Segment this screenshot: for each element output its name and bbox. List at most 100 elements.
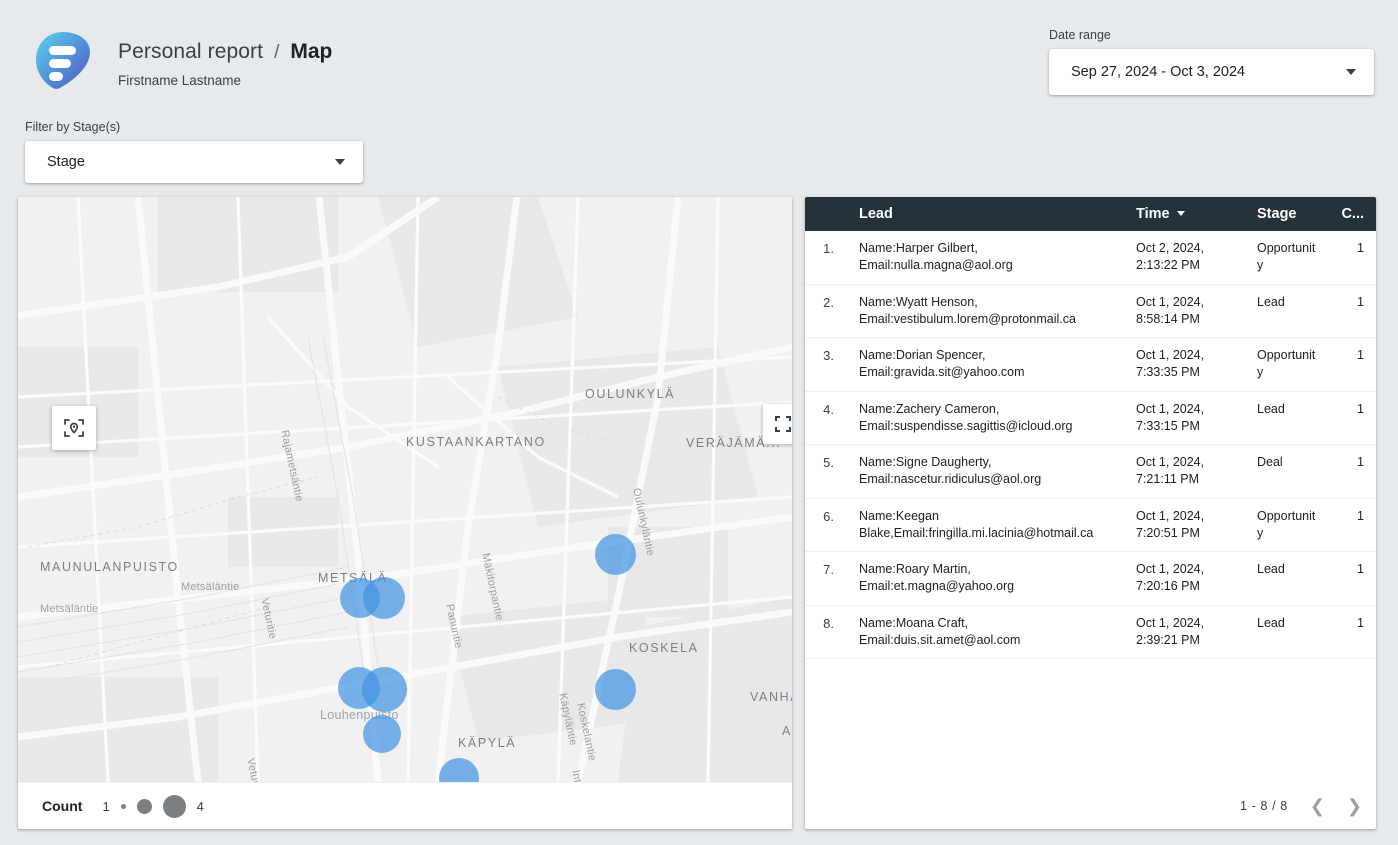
breadcrumb-separator: /	[274, 42, 280, 63]
row-stage: Lead	[1257, 401, 1285, 416]
table-row[interactable]: 7. Name:Roary Martin, Email:et.magna@yaho…	[805, 552, 1376, 605]
date-range-field: Date range Sep 27, 2024 - Oct 3, 2024	[1049, 28, 1374, 95]
map-label: ANI	[782, 724, 792, 738]
count-legend: Count 1 4	[18, 782, 792, 829]
row-time: Oct 1, 2024, 7:33:15 PM	[1136, 401, 1205, 433]
table-row[interactable]: 5. Name:Signe Daugherty, Email:nascetur.r…	[805, 445, 1376, 498]
map-label: Metsäläntie	[181, 581, 240, 593]
row-index: 5.	[823, 455, 834, 470]
row-lead: Name:Roary Martin, Email:et.magna@yahoo.…	[859, 562, 1015, 594]
map-label: KÄPYLÄ	[458, 736, 517, 750]
map-marker[interactable]	[595, 669, 636, 710]
row-count: 1	[1357, 241, 1364, 255]
date-range-select[interactable]: Sep 27, 2024 - Oct 3, 2024	[1049, 49, 1374, 95]
legend-dot-xs	[120, 803, 126, 809]
column-header-index	[805, 197, 845, 231]
column-header-stage[interactable]: Stage	[1251, 197, 1324, 231]
row-stage: Opportunity	[1257, 241, 1316, 273]
row-index: 7.	[823, 562, 834, 577]
map-label: Metsäläntie	[40, 603, 99, 615]
row-stage: Opportunity	[1257, 348, 1316, 380]
table-header-row: Lead Time Stage C...	[805, 197, 1376, 231]
leads-table: Lead Time Stage C... 1. Name:Harper Gilbe…	[805, 197, 1376, 659]
map-marker[interactable]	[362, 667, 407, 712]
table-row[interactable]: 4. Name:Zachery Cameron, Email:suspendiss…	[805, 391, 1376, 445]
map-marker[interactable]	[595, 534, 636, 575]
row-time: Oct 1, 2024, 7:21:11 PM	[1136, 455, 1205, 487]
table-row[interactable]: 8. Name:Moana Craft, Email:duis.sit.amet@…	[805, 605, 1376, 659]
row-time: Oct 2, 2024, 2:13:22 PM	[1136, 241, 1205, 273]
row-lead: Name:Wyatt Henson, Email:vestibulum.lore…	[859, 294, 1076, 326]
legend-dot-lg	[162, 794, 186, 818]
table-row[interactable]: 1. Name:Harper Gilbert, Email:nulla.magna…	[805, 231, 1376, 284]
stage-filter-field: Filter by Stage(s) Stage	[25, 120, 363, 183]
row-lead: Name:Zachery Cameron, Email:suspendisse.…	[859, 401, 1073, 433]
date-range-label: Date range	[1049, 28, 1111, 42]
row-index: 3.	[823, 348, 834, 363]
row-index: 6.	[823, 508, 834, 524]
chevron-down-icon	[1346, 69, 1356, 75]
chevron-left-icon[interactable]: ❮	[1310, 797, 1325, 815]
sort-descending-icon	[1176, 211, 1185, 216]
row-lead: Name:Signe Daugherty, Email:nascetur.rid…	[859, 455, 1042, 487]
row-count: 1	[1357, 562, 1364, 576]
leads-table-panel: Lead Time Stage C... 1. Name:Harper Gilbe…	[805, 197, 1376, 829]
table-row[interactable]: 3. Name:Dorian Spencer, Email:gravida.sit…	[805, 338, 1376, 391]
count-legend-title: Count	[42, 798, 83, 814]
breadcrumb-report-name[interactable]: Personal report	[118, 40, 263, 64]
table-row[interactable]: 6. Name:Keegan Blake,Email:fringilla.mi.l…	[805, 498, 1376, 552]
count-legend-min: 1	[102, 798, 110, 814]
stage-filter-select[interactable]: Stage	[25, 141, 363, 183]
stage-filter-value: Stage	[47, 154, 85, 170]
row-count: 1	[1357, 401, 1364, 416]
row-count: 1	[1357, 348, 1364, 362]
row-count: 1	[1357, 294, 1364, 309]
row-count: 1	[1357, 455, 1364, 469]
map-panel: OULUNKYLÄ KUSTAANKARTANO VERÄJÄMÄ... MAUNUL…	[18, 197, 792, 829]
row-lead: Name:Dorian Spencer, Email:gravida.sit@y…	[859, 348, 1025, 380]
pagination-range: 1 - 8 / 8	[1240, 799, 1288, 813]
row-stage: Opportunity	[1257, 508, 1316, 540]
date-range-value: Sep 27, 2024 - Oct 3, 2024	[1071, 64, 1246, 80]
map-label: KOSKELA	[629, 641, 699, 655]
map-marker[interactable]	[363, 577, 405, 619]
chevron-down-icon	[335, 159, 345, 165]
row-time: Oct 1, 2024, 7:20:16 PM	[1136, 562, 1205, 594]
row-index: 1.	[823, 241, 834, 256]
breadcrumb-current-page: Map	[290, 40, 333, 63]
column-header-count[interactable]: C...	[1324, 197, 1376, 231]
fullscreen-expand-icon[interactable]	[763, 404, 792, 444]
recenter-pin-icon[interactable]	[52, 406, 96, 450]
row-index: 4.	[823, 401, 834, 417]
row-time: Oct 1, 2024, 8:58:14 PM	[1136, 294, 1205, 326]
report-owner: Firstname Lastname	[118, 73, 242, 88]
stage-filter-label: Filter by Stage(s)	[25, 120, 121, 134]
legend-dot-sm	[136, 798, 152, 814]
chevron-right-icon[interactable]: ❯	[1347, 797, 1362, 815]
map-marker[interactable]	[363, 715, 401, 753]
map-label: VANHAKA...	[750, 690, 792, 704]
column-header-time-label: Time	[1136, 206, 1170, 222]
map-label: OULUNKYLÄ	[585, 387, 676, 401]
row-index: 2.	[823, 294, 834, 310]
map-label: MAUNULANPUISTO	[40, 560, 179, 574]
funnel-logo-icon	[32, 30, 94, 94]
row-time: Oct 1, 2024, 2:39:21 PM	[1136, 615, 1205, 647]
row-time: Oct 1, 2024, 7:20:51 PM	[1136, 508, 1205, 540]
row-index: 8.	[823, 615, 834, 631]
breadcrumb: Personal report / Map	[118, 40, 332, 64]
column-header-time[interactable]: Time	[1130, 197, 1251, 231]
row-count: 1	[1357, 615, 1364, 630]
row-count: 1	[1357, 508, 1364, 523]
row-lead: Name:Harper Gilbert, Email:nulla.magna@a…	[859, 241, 1013, 273]
row-stage: Deal	[1257, 455, 1283, 469]
table-row[interactable]: 2. Name:Wyatt Henson, Email:vestibulum.lo…	[805, 284, 1376, 338]
row-lead: Name:Keegan Blake,Email:fringilla.mi.lac…	[859, 508, 1094, 540]
count-legend-max: 4	[196, 798, 204, 814]
row-lead: Name:Moana Craft, Email:duis.sit.amet@ao…	[859, 615, 1021, 647]
map-label: KUSTAANKARTANO	[406, 435, 546, 449]
row-time: Oct 1, 2024, 7:33:35 PM	[1136, 348, 1205, 380]
table-body: 1. Name:Harper Gilbert, Email:nulla.magna…	[805, 231, 1376, 659]
column-header-lead[interactable]: Lead	[845, 197, 1130, 231]
row-stage: Lead	[1257, 562, 1285, 576]
